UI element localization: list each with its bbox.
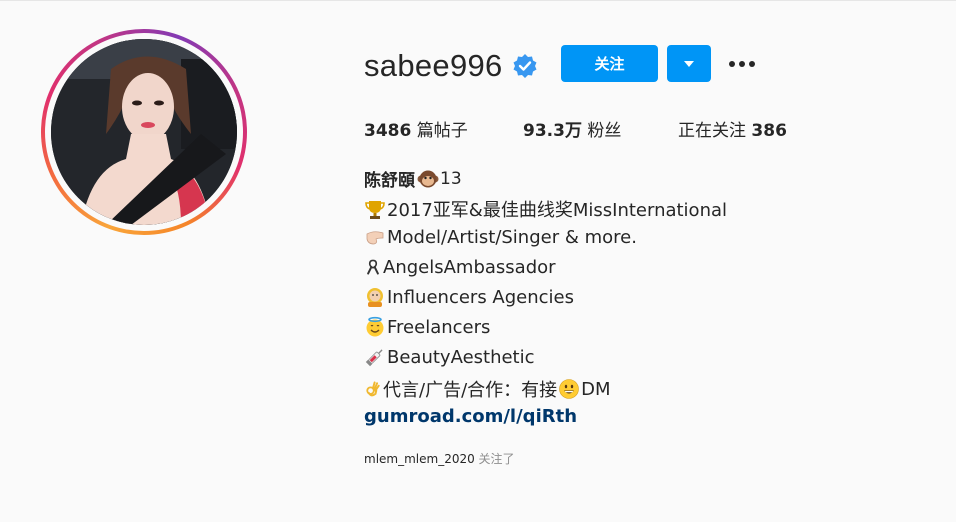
grin-icon [559, 379, 579, 399]
avatar[interactable] [51, 39, 237, 225]
trophy-icon [365, 201, 385, 219]
bio-line-1: 2017亚军&最佳曲线奖MissInternational [364, 196, 727, 222]
avatar-photo [51, 39, 237, 225]
syringe-icon [365, 349, 383, 367]
hand-icon [366, 231, 384, 245]
ribbon-icon [367, 259, 379, 275]
chevron-down-icon [684, 60, 694, 67]
ok-hand-icon [366, 381, 380, 397]
halo-smile-icon [366, 316, 384, 337]
astronaut-icon [367, 288, 383, 307]
more-options-icon[interactable] [726, 52, 758, 76]
website-link[interactable]: gumroad.com/l/qiRth [364, 406, 577, 427]
avatar-story-ring[interactable] [41, 29, 247, 235]
follow-button[interactable]: 关注 [561, 45, 658, 82]
verified-badge-icon [513, 54, 537, 78]
suggested-dropdown-button[interactable] [667, 45, 711, 82]
bio-line-6: BeautyAesthetic [364, 346, 535, 368]
monkey-icon [417, 170, 439, 187]
followed-by[interactable]: mlem_mlem_2020 关注了 [364, 450, 515, 467]
bio-line-7: 代言/广告/合作：有接 DM [364, 376, 611, 402]
posts-count: 3486 篇帖子 [364, 121, 468, 141]
bio-line-3: AngelsAmbassador [364, 256, 556, 278]
top-divider [0, 0, 956, 1]
bio-line-2: Model/Artist/Singer & more. [364, 226, 637, 248]
display-name: 陈舒頤 13 [364, 168, 462, 192]
bio-line-4: Influencers Agencies [364, 286, 574, 308]
profile-username: sabee996 [364, 48, 503, 83]
following-link[interactable]: 正在关注 386 [678, 116, 787, 141]
followers-link[interactable]: 93.3万 粉丝 [523, 116, 621, 141]
bio-line-5: Freelancers [364, 316, 490, 338]
profile-page: sabee996 关注 3486 篇帖子 93.3万 粉丝 正在关注 386 陈… [0, 0, 956, 522]
